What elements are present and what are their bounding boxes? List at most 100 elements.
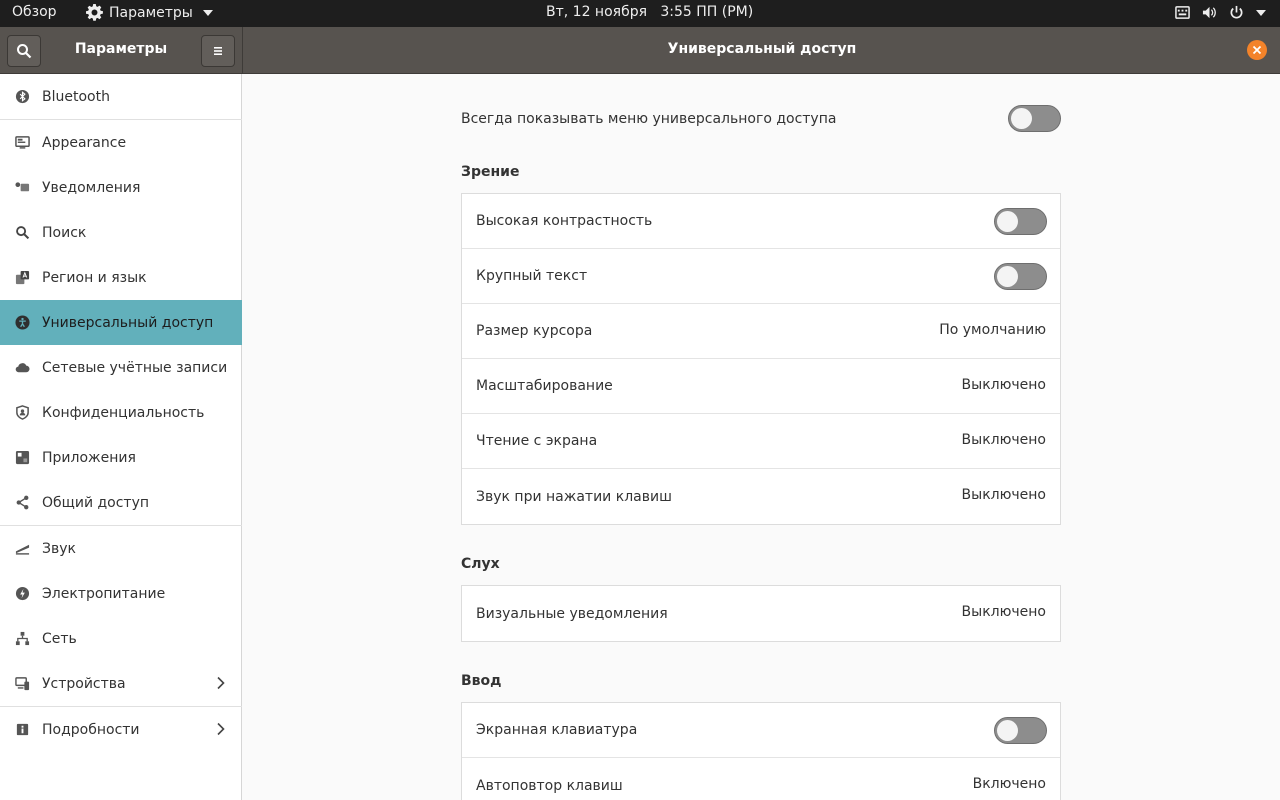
hamburger-icon bbox=[214, 47, 222, 55]
chevron-right-icon bbox=[217, 722, 225, 736]
system-tray[interactable] bbox=[1175, 5, 1266, 20]
sidebar-item-appearance[interactable]: Appearance bbox=[0, 120, 242, 165]
switch-knob bbox=[1011, 108, 1032, 129]
sidebar-header: Параметры bbox=[0, 27, 242, 74]
sidebar-item-devices[interactable]: Устройства bbox=[0, 661, 242, 706]
row-label: Экранная клавиатура bbox=[476, 722, 638, 738]
sidebar-item-accessibility[interactable]: Универсальный доступ bbox=[0, 300, 242, 345]
power-icon[interactable] bbox=[1229, 5, 1244, 20]
hearing-frame: Визуальные уведомления Выключено bbox=[461, 585, 1061, 642]
typing-frame: Экранная клавиатура Автоповтор клавиш Вк… bbox=[461, 702, 1061, 800]
accessibility-icon bbox=[14, 315, 30, 331]
sidebar-item-label: Конфиденциальность bbox=[42, 404, 205, 421]
section-title-typing: Ввод bbox=[461, 673, 502, 689]
row-value: Выключено bbox=[961, 377, 1046, 393]
large-text-row[interactable]: Крупный текст bbox=[462, 249, 1060, 304]
sidebar-item-search[interactable]: Поиск bbox=[0, 210, 242, 255]
sidebar-item-label: Приложения bbox=[42, 449, 136, 466]
switch-knob bbox=[997, 720, 1018, 741]
screen-keyboard-row[interactable]: Экранная клавиатура bbox=[462, 703, 1060, 758]
sidebar-item-power[interactable]: Электропитание bbox=[0, 571, 242, 616]
close-icon bbox=[1252, 45, 1262, 55]
row-label: Масштабирование bbox=[476, 378, 613, 394]
share-icon bbox=[14, 495, 30, 511]
switch-knob bbox=[997, 266, 1018, 287]
app-menu-label: Параметры bbox=[109, 4, 193, 21]
row-label: Крупный текст bbox=[476, 268, 588, 284]
apps-icon bbox=[14, 450, 30, 466]
sidebar-item-label: Appearance bbox=[42, 134, 127, 151]
sidebar-item-label: Сетевые учётные записи bbox=[42, 359, 228, 376]
sound-icon bbox=[14, 541, 30, 557]
sidebar-item-label: Подробности bbox=[42, 721, 140, 738]
cloud-icon bbox=[14, 360, 30, 376]
sidebar-item-network[interactable]: Сеть bbox=[0, 616, 242, 661]
row-label: Звук при нажатии клавиш bbox=[476, 488, 672, 505]
sidebar-item-sound[interactable]: Звук bbox=[0, 526, 242, 571]
notifications-icon bbox=[14, 180, 30, 196]
row-label: Размер курсора bbox=[476, 323, 593, 339]
large-text-switch[interactable] bbox=[994, 263, 1047, 290]
appearance-icon bbox=[14, 135, 30, 151]
volume-icon[interactable] bbox=[1202, 5, 1217, 20]
sidebar-item-region[interactable]: Регион и язык bbox=[0, 255, 242, 300]
always-show-label: Всегда показывать меню универсального до… bbox=[461, 111, 837, 127]
sidebar-item-label: Поиск bbox=[42, 224, 87, 241]
close-button[interactable] bbox=[1247, 40, 1267, 60]
power-icon bbox=[14, 586, 30, 602]
row-label: Визуальные уведомления bbox=[476, 605, 668, 622]
chevron-down-icon[interactable] bbox=[1256, 9, 1266, 16]
zoom-row[interactable]: Масштабирование Выключено bbox=[462, 359, 1060, 414]
cursor-size-row[interactable]: Размер курсора По умолчанию bbox=[462, 304, 1060, 359]
visual-alerts-row[interactable]: Визуальные уведомления Выключено bbox=[462, 586, 1060, 641]
sidebar-item-applications[interactable]: Приложения bbox=[0, 435, 242, 480]
always-show-switch[interactable] bbox=[1008, 105, 1061, 132]
network-icon bbox=[14, 631, 30, 647]
menu-button[interactable] bbox=[201, 35, 235, 67]
sidebar-item-label: Универсальный доступ bbox=[42, 314, 214, 331]
sidebar-item-notifications[interactable]: Уведомления bbox=[0, 165, 242, 210]
sidebar-item-privacy[interactable]: Конфиденциальность bbox=[0, 390, 242, 435]
page-title: Универсальный доступ bbox=[667, 41, 857, 57]
search-icon bbox=[14, 225, 30, 241]
bluetooth-icon bbox=[14, 89, 30, 105]
vision-frame: Высокая контрастность Крупный текст Разм… bbox=[461, 193, 1061, 525]
row-value: Выключено bbox=[961, 604, 1046, 620]
sound-keys-row[interactable]: Звук при нажатии клавиш Выключено bbox=[462, 469, 1060, 524]
row-value: По умолчанию bbox=[939, 322, 1046, 338]
row-value: Выключено bbox=[961, 487, 1046, 503]
sidebar-item-bluetooth[interactable]: Bluetooth bbox=[0, 74, 242, 119]
sidebar-item-details[interactable]: Подробности bbox=[0, 707, 242, 752]
keyboard-layout-icon[interactable] bbox=[1175, 5, 1190, 20]
clock[interactable]: Вт, 12 ноября 3:55 ПП (PM) bbox=[546, 4, 753, 20]
sidebar-item-sharing[interactable]: Общий доступ bbox=[0, 480, 242, 525]
devices-icon bbox=[14, 676, 30, 692]
info-icon bbox=[14, 722, 30, 738]
sidebar-item-label: Общий доступ bbox=[42, 494, 150, 511]
repeat-keys-row[interactable]: Автоповтор клавиш Включено bbox=[462, 758, 1060, 800]
sidebar-item-online-accounts[interactable]: Сетевые учётные записи bbox=[0, 345, 242, 390]
region-language-icon bbox=[14, 270, 30, 286]
app-menu-button[interactable]: Параметры bbox=[86, 4, 213, 21]
activities-button[interactable]: Обзор bbox=[12, 4, 57, 20]
row-value: Включено bbox=[972, 776, 1046, 792]
sidebar-item-label: Bluetooth bbox=[42, 88, 110, 105]
screen-keyboard-switch[interactable] bbox=[994, 717, 1047, 744]
sidebar-item-label: Устройства bbox=[42, 675, 126, 692]
sidebar-item-label: Сеть bbox=[42, 630, 77, 647]
top-panel: Обзор Параметры Вт, 12 ноября 3:55 ПП (P… bbox=[0, 0, 1280, 27]
row-label: Чтение с экрана bbox=[476, 433, 598, 449]
section-title-vision: Зрение bbox=[461, 164, 520, 180]
chevron-right-icon bbox=[217, 676, 225, 690]
row-label: Автоповтор клавиш bbox=[476, 777, 623, 794]
high-contrast-row[interactable]: Высокая контрастность bbox=[462, 194, 1060, 249]
accessibility-panel: Всегда показывать меню универсального до… bbox=[243, 74, 1280, 800]
sidebar: Bluetooth Appearance Уведомления Поиск Р… bbox=[0, 74, 242, 800]
row-label: Высокая контрастность bbox=[476, 213, 653, 229]
privacy-icon bbox=[14, 405, 30, 421]
screen-reader-row[interactable]: Чтение с экрана Выключено bbox=[462, 414, 1060, 469]
chevron-down-icon bbox=[202, 9, 213, 16]
always-show-row: Всегда показывать меню универсального до… bbox=[461, 107, 1061, 131]
main-header: Универсальный доступ bbox=[242, 27, 1280, 74]
high-contrast-switch[interactable] bbox=[994, 208, 1047, 235]
